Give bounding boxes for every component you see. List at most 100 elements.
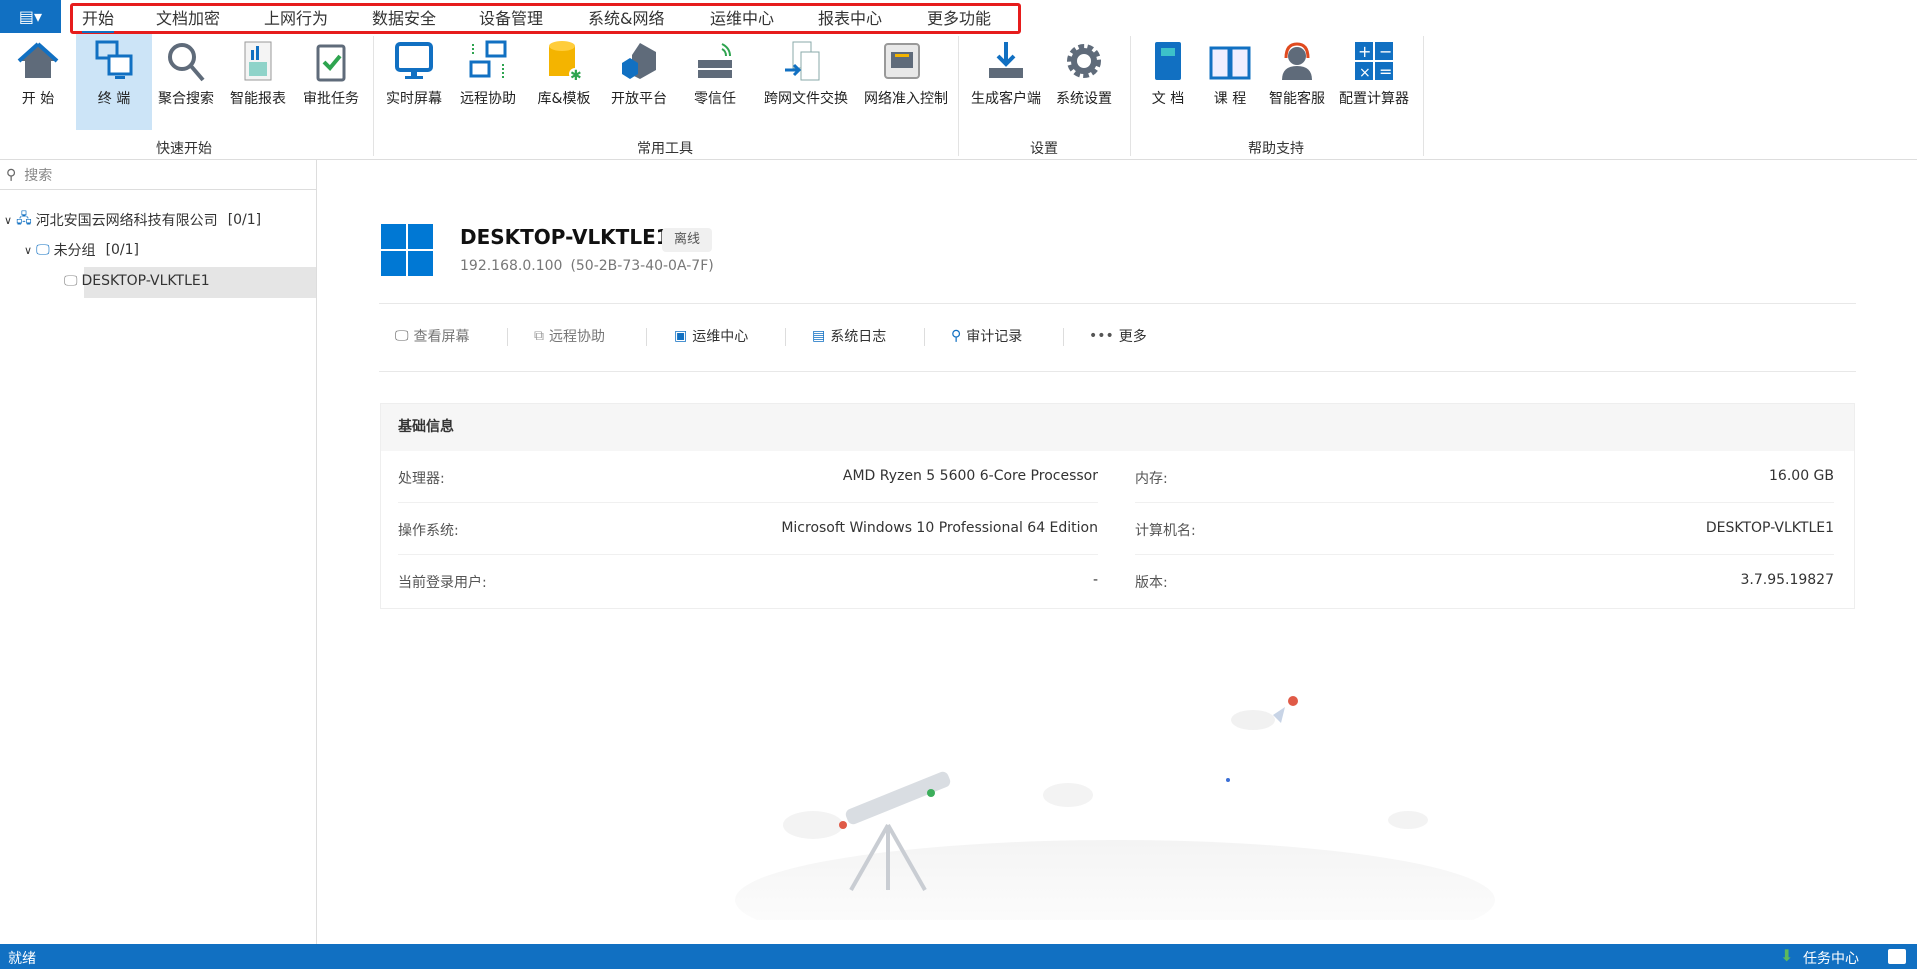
- ribbon-button-approval-task[interactable]: 审批任务: [293, 34, 369, 130]
- ribbon-button-label: 实时屏幕: [386, 91, 442, 107]
- info-row: 当前登录用户: - 版本: 3.7.95.19827: [381, 555, 1854, 607]
- calculator-icon: + −× =: [1355, 42, 1393, 81]
- ribbon-button-open-platform[interactable]: 开放平台: [601, 34, 677, 130]
- menu-tab-data-security[interactable]: 数据安全: [372, 5, 436, 29]
- status-bar: 就绪 ⬇ 任务中心: [0, 944, 1917, 969]
- ribbon-button-smart-report[interactable]: 智能报表: [220, 34, 296, 130]
- info-value: DESKTOP-VLKTLE1: [1705, 520, 1834, 536]
- info-value: 3.7.95.19827: [1740, 572, 1834, 588]
- tree-item-company[interactable]: ∨ 🖧 河北安国云网络科技有限公司 [0/1]: [4, 208, 261, 232]
- ribbon-button-library-template[interactable]: ✱ 库&模板: [526, 34, 602, 130]
- ribbon-button-courses[interactable]: 课 程: [1192, 34, 1268, 130]
- info-value: 16.00 GB: [1769, 468, 1834, 484]
- divider: [785, 328, 786, 346]
- ribbon-button-label: 开放平台: [611, 91, 667, 107]
- menu-tab-more[interactable]: 更多功能: [927, 5, 991, 29]
- action-label: 查看屏幕: [413, 329, 470, 345]
- divider: [924, 328, 925, 346]
- info-label: 计算机名:: [1135, 523, 1196, 539]
- ribbon-button-start[interactable]: 开 始: [0, 34, 76, 130]
- database-icon: ✱: [549, 41, 582, 82]
- magnifier-icon: ⚲: [951, 328, 962, 344]
- ribbon-button-label: 聚合搜索: [158, 91, 214, 107]
- ribbon-button-zero-trust[interactable]: 零信任: [677, 34, 753, 130]
- network-port-icon: [884, 43, 920, 79]
- tree-label: 河北安国云网络科技有限公司: [35, 213, 218, 229]
- info-value: AMD Ryzen 5 5600 6-Core Processor: [842, 468, 1098, 484]
- network-computers-icon: 🖧: [16, 211, 32, 227]
- ribbon-button-label: 网络准入控制: [864, 91, 948, 107]
- ribbon-button-label: 远程协助: [460, 91, 516, 107]
- group-label-help: 帮助支持: [1248, 141, 1304, 157]
- tree-count: [0/1]: [105, 242, 140, 258]
- offline-computer-icon: 🖵: [64, 273, 78, 289]
- ribbon-button-generate-client[interactable]: 生成客户端: [968, 34, 1044, 130]
- download-arrow-icon: ⬇: [1780, 946, 1794, 965]
- ip-address: 192.168.0.100: [460, 258, 563, 274]
- tree-item-device[interactable]: 🖵 DESKTOP-VLKTLE1: [64, 273, 210, 289]
- ribbon-button-label: 系统设置: [1056, 91, 1112, 107]
- ribbon-button-remote-assist[interactable]: 远程协助: [450, 34, 526, 130]
- group-divider: [1130, 36, 1131, 156]
- action-label: 系统日志: [830, 329, 887, 345]
- more-dots-icon: •••: [1089, 328, 1114, 344]
- tree-item-ungrouped[interactable]: ∨ 🖵 未分组 [0/1]: [24, 240, 139, 260]
- ribbon-button-smart-support[interactable]: 智能客服: [1259, 34, 1335, 130]
- task-center-button[interactable]: 任务中心: [1803, 948, 1859, 968]
- ribbon-button-system-settings[interactable]: 系统设置: [1046, 34, 1122, 130]
- panel-toggle-icon[interactable]: [1888, 949, 1906, 964]
- ribbon-button-label: 开 始: [21, 91, 55, 107]
- audit-record-button[interactable]: ⚲ 审计记录: [951, 326, 1022, 346]
- status-text: 就绪: [8, 951, 36, 967]
- menu-tab-doc-encrypt[interactable]: 文档加密: [156, 5, 220, 29]
- info-label: 内存:: [1135, 471, 1168, 487]
- open-book-icon: [1209, 46, 1251, 80]
- divider: [1063, 328, 1064, 346]
- status-badge: 离线: [662, 228, 712, 252]
- action-label: 运维中心: [692, 329, 749, 345]
- search-input[interactable]: ⚲ 搜索: [0, 160, 316, 190]
- app-menu-button[interactable]: ▤▾: [0, 0, 61, 33]
- ribbon-button-terminal[interactable]: 终 端: [76, 34, 152, 130]
- action-label: 更多: [1118, 329, 1147, 345]
- ribbon-button-cross-net-file-exchange[interactable]: 跨网文件交换: [764, 34, 848, 130]
- menu-tab-start[interactable]: 开始: [82, 5, 115, 33]
- info-label: 版本:: [1135, 575, 1168, 591]
- info-label: 操作系统:: [398, 523, 459, 539]
- sidebar: ⚲ 搜索 ∨ 🖧 河北安国云网络科技有限公司 [0/1] ∨ 🖵 未分组 [0/…: [0, 160, 317, 944]
- remote-icon: [469, 40, 507, 78]
- device-name: DESKTOP-VLKTLE1: [460, 225, 670, 249]
- ops-center-button[interactable]: ▣ 运维中心: [674, 326, 748, 346]
- tree-label: 未分组: [53, 243, 96, 259]
- ribbon-button-label: 零信任: [694, 91, 736, 107]
- cube-icon: [622, 43, 656, 79]
- menu-tab-system-network[interactable]: 系统&网络: [588, 5, 664, 29]
- ribbon-button-aggregate-search[interactable]: 聚合搜索: [148, 34, 224, 130]
- chevron-down-icon: ∨: [4, 213, 13, 227]
- monitor-icon: [395, 42, 433, 79]
- ribbon-button-label: 终 端: [97, 91, 131, 107]
- svg-text:+: +: [1358, 42, 1371, 61]
- menu-tab-report-center[interactable]: 报表中心: [818, 5, 882, 29]
- tree-label: DESKTOP-VLKTLE1: [81, 273, 210, 289]
- remote-desktop-icon: ⧉: [534, 328, 544, 344]
- basic-info-card: 基础信息 处理器: AMD Ryzen 5 5600 6-Core Proces…: [380, 403, 1855, 609]
- clipboard-check-icon: [316, 44, 346, 82]
- info-row: 操作系统: Microsoft Windows 10 Professional …: [381, 503, 1854, 555]
- group-label-tools: 常用工具: [637, 141, 693, 157]
- magnifier-icon: [168, 43, 205, 82]
- menu-tab-web-behavior[interactable]: 上网行为: [264, 5, 328, 29]
- ribbon-button-network-access-control[interactable]: 网络准入控制: [864, 34, 948, 130]
- ribbon-button-live-screen[interactable]: 实时屏幕: [376, 34, 452, 130]
- menu-tab-ops-center[interactable]: 运维中心: [710, 5, 774, 29]
- divider: [507, 328, 508, 346]
- menu-tab-device-mgmt[interactable]: 设备管理: [479, 5, 543, 29]
- more-button[interactable]: ••• 更多: [1089, 326, 1147, 346]
- telescope-illustration: [735, 696, 1495, 920]
- ribbon-button-config-calculator[interactable]: + − × = 配置计算器: [1336, 34, 1412, 130]
- remote-assist-button[interactable]: ⧉ 远程协助: [534, 326, 605, 346]
- view-screen-button[interactable]: 🖵 查看屏幕: [395, 326, 470, 346]
- ribbon-button-label: 生成客户端: [971, 91, 1041, 107]
- system-log-button[interactable]: ▤ 系统日志: [812, 326, 886, 346]
- search-placeholder: 搜索: [24, 167, 53, 184]
